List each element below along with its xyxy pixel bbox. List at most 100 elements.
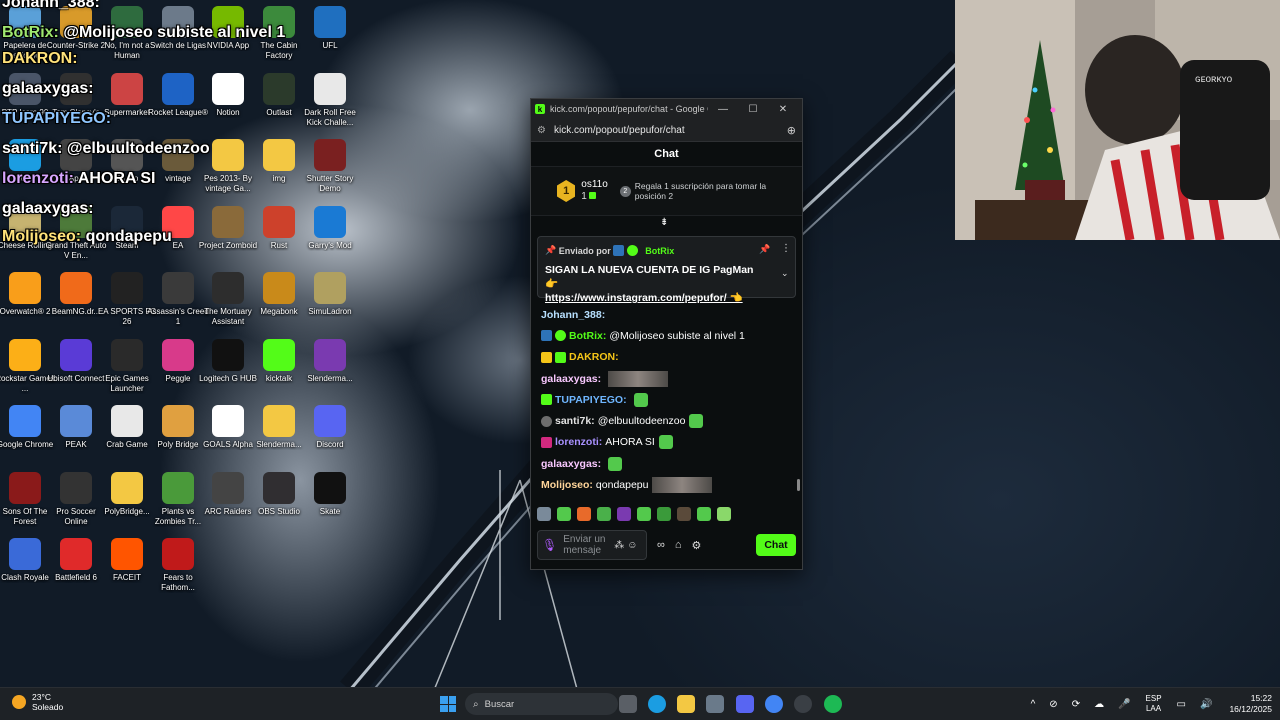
sun-icon bbox=[12, 695, 26, 709]
chat-username[interactable]: Johann_388: bbox=[541, 309, 605, 321]
chat-scrollbar[interactable] bbox=[797, 479, 800, 491]
chat-message[interactable]: TUPAPIYEGO: bbox=[541, 389, 793, 410]
desktop-icon[interactable]: Skate bbox=[298, 471, 362, 517]
chrome-taskbar-icon[interactable] bbox=[765, 695, 783, 713]
rocket-league-icon bbox=[162, 72, 194, 105]
emote-6[interactable] bbox=[637, 507, 651, 521]
chat-username[interactable]: lorenzoti: bbox=[555, 436, 602, 448]
chat-username[interactable]: DAKRON: bbox=[569, 351, 619, 363]
emote-7[interactable] bbox=[657, 507, 671, 521]
minimize-button[interactable]: — bbox=[708, 104, 738, 115]
bf6-icon bbox=[60, 538, 92, 570]
leader-user[interactable]: os11o 1 bbox=[581, 179, 608, 203]
mic-tray-icon[interactable]: 🎤 bbox=[1118, 699, 1130, 710]
mention-icon[interactable]: ⁂ bbox=[614, 540, 624, 551]
close-button[interactable]: ✕ bbox=[768, 104, 798, 115]
pinned-message[interactable]: 📌 Enviado por BotRix 📌 ⋮ SIGAN LA NUEVA … bbox=[537, 236, 796, 304]
obs-taskbar-icon[interactable] bbox=[794, 695, 812, 713]
desktop-icon[interactable]: Garry's Mod bbox=[298, 205, 362, 251]
edge-taskbar-icon[interactable] bbox=[648, 695, 666, 713]
unpin-icon[interactable]: 📌 bbox=[759, 244, 770, 255]
chat-popup-window[interactable]: k kick.com/popout/pepufor/chat - Google … bbox=[530, 98, 803, 570]
emote-9[interactable] bbox=[697, 507, 711, 521]
chat-username[interactable]: TUPAPIYEGO: bbox=[555, 394, 627, 406]
chat-username[interactable]: Molijoseo: bbox=[541, 479, 593, 491]
chevron-up-icon[interactable]: ^ bbox=[1031, 699, 1036, 710]
webcam-feed: ɢᴇᴏʀᴋʏᴏ bbox=[955, 0, 1280, 240]
simuladron-icon bbox=[314, 272, 346, 304]
chat-message[interactable]: galaaxygas: bbox=[541, 453, 793, 474]
chat-message[interactable]: DAKRON: bbox=[541, 347, 793, 368]
chat-emote[interactable] bbox=[633, 392, 648, 407]
chat-username[interactable]: galaaxygas: bbox=[541, 373, 601, 385]
url-text[interactable]: kick.com/popout/pepufor/chat bbox=[554, 125, 787, 136]
settings-gear-icon[interactable]: ⚙ bbox=[692, 539, 702, 552]
user-badge-icon bbox=[555, 351, 566, 363]
desktop-icon[interactable]: Dark Roll Free Kick Challe... bbox=[298, 72, 362, 128]
desktop-icon[interactable]: Slenderma... bbox=[298, 338, 362, 384]
chat-input[interactable]: 🎙 Enviar un mensaje ⁂ ☺ bbox=[537, 530, 647, 560]
emote-3[interactable] bbox=[577, 507, 591, 521]
chat-message[interactable]: lorenzoti: AHORA SI bbox=[541, 432, 793, 453]
store-icon[interactable]: ⌂ bbox=[675, 539, 682, 551]
recent-emotes-bar[interactable] bbox=[537, 503, 737, 525]
tray-app-icon[interactable]: ⊘ bbox=[1049, 699, 1057, 710]
chat-message[interactable]: Molijoseo: qondapepu bbox=[541, 474, 793, 495]
taskbar-search[interactable]: ⌕ Buscar bbox=[465, 693, 618, 715]
sync-icon[interactable]: ⟳ bbox=[1072, 699, 1080, 710]
emoji-icon[interactable]: ☺ bbox=[627, 540, 637, 551]
chat-message[interactable]: Johann_388: bbox=[541, 304, 793, 325]
emote-4[interactable] bbox=[597, 507, 611, 521]
window-titlebar[interactable]: k kick.com/popout/pepufor/chat - Google … bbox=[531, 99, 802, 119]
scroll-up-arrow-icon[interactable]: ⇟ bbox=[660, 217, 668, 228]
task-view-icon[interactable] bbox=[619, 695, 637, 713]
skate-icon bbox=[314, 471, 346, 504]
kicks-icon[interactable]: ∞ bbox=[657, 539, 665, 551]
desktop-icon[interactable]: SimuLadron bbox=[298, 272, 362, 317]
chat-username[interactable]: galaaxygas: bbox=[541, 458, 601, 470]
network-icon[interactable]: ▭ bbox=[1177, 699, 1186, 710]
emote-1[interactable] bbox=[537, 507, 551, 521]
chat-message[interactable]: santi7k: @elbuultodeenzoo bbox=[541, 410, 793, 431]
emote-5[interactable] bbox=[617, 507, 631, 521]
emote-2[interactable] bbox=[557, 507, 571, 521]
send-chat-button[interactable]: Chat bbox=[756, 534, 796, 556]
desktop-icon[interactable]: Discord bbox=[298, 405, 362, 450]
more-options-icon[interactable]: ⋮ bbox=[781, 243, 791, 254]
language-indicator[interactable]: ESP LAA bbox=[1146, 694, 1162, 714]
store-taskbar-icon[interactable] bbox=[706, 695, 724, 713]
pinned-link[interactable]: https://www.instagram.com/pepufor/ 👈 bbox=[545, 291, 765, 305]
desktop-icon[interactable]: Fears to Fathom... bbox=[146, 538, 210, 593]
spotify-taskbar-icon[interactable] bbox=[824, 695, 842, 713]
studio-icon bbox=[111, 139, 143, 171]
start-button[interactable] bbox=[440, 696, 456, 712]
address-bar[interactable]: ⚙ kick.com/popout/pepufor/chat ⊕ bbox=[531, 119, 802, 142]
chat-emote[interactable] bbox=[608, 456, 623, 471]
chat-emote[interactable] bbox=[689, 414, 704, 429]
emote-10[interactable] bbox=[717, 507, 731, 521]
emote-8[interactable] bbox=[677, 507, 691, 521]
microphone-icon[interactable]: 🎙 bbox=[542, 538, 557, 552]
chat-emote[interactable] bbox=[608, 370, 669, 387]
chat-input-placeholder[interactable]: Enviar un mensaje bbox=[563, 534, 611, 556]
onedrive-icon[interactable]: ☁ bbox=[1094, 699, 1104, 710]
gift-leaderboard[interactable]: 1 os11o 1 2 Regala 1 suscripción para to… bbox=[531, 167, 802, 216]
chat-message[interactable]: BotRix: @Molijoseo subiste al nivel 1 bbox=[541, 325, 793, 346]
chat-emote[interactable] bbox=[652, 477, 713, 494]
maximize-button[interactable]: ☐ bbox=[738, 104, 768, 115]
discord-taskbar-icon[interactable] bbox=[736, 695, 754, 713]
chat-emote[interactable] bbox=[658, 435, 673, 450]
volume-icon[interactable]: 🔊 bbox=[1200, 699, 1212, 710]
desktop-icon[interactable]: UFL bbox=[298, 6, 362, 51]
clock[interactable]: 15:22 16/12/2025 bbox=[1229, 693, 1272, 715]
site-settings-icon[interactable]: ⚙ bbox=[537, 125, 546, 136]
chat-username[interactable]: santi7k: bbox=[555, 415, 595, 427]
file-explorer-icon[interactable] bbox=[677, 695, 695, 713]
desktop-icon[interactable]: Shutter Story Demo bbox=[298, 139, 362, 194]
weather-widget[interactable]: 23°C Soleado bbox=[12, 692, 63, 712]
zoom-icon[interactable]: ⊕ bbox=[787, 124, 796, 137]
chat-username[interactable]: BotRix: bbox=[569, 330, 606, 342]
gta-icon bbox=[60, 205, 92, 238]
chevron-down-icon[interactable]: ⌄ bbox=[781, 268, 789, 279]
chat-message[interactable]: galaaxygas: bbox=[541, 368, 793, 389]
